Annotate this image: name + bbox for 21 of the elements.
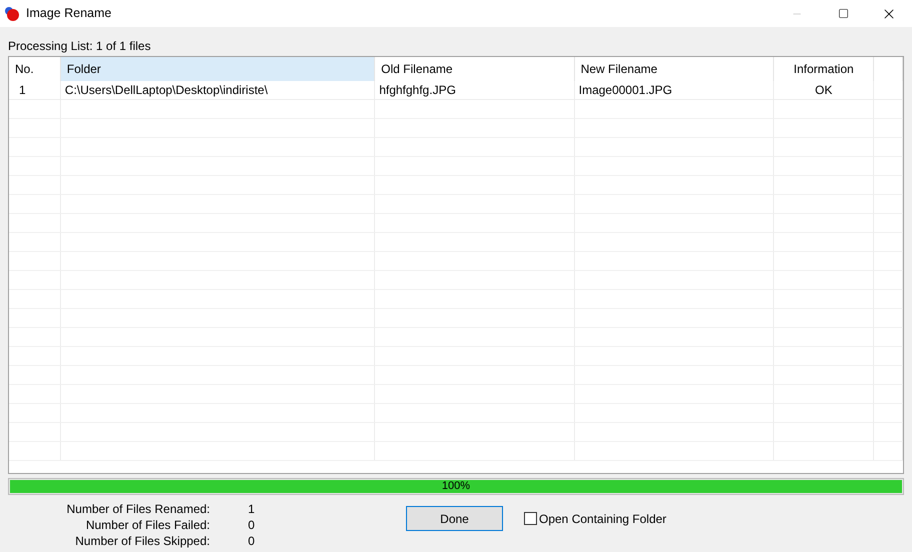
table-cell: 1	[9, 81, 61, 100]
table-cell: hfghfghfg.JPG	[375, 81, 575, 100]
app-logo-icon	[4, 6, 20, 22]
open-folder-label: Open Containing Folder	[539, 510, 666, 528]
table-cell: C:\Users\DellLaptop\Desktop\indiriste\	[60, 81, 376, 100]
column-header[interactable]: New Filename	[574, 57, 774, 81]
column-header[interactable]: Folder	[60, 57, 376, 81]
stat-value: 0	[248, 533, 255, 550]
window-title: Image Rename	[26, 5, 112, 22]
progress-reading: 100%	[440, 479, 472, 494]
stat-label: Number of Files Renamed:	[66, 501, 210, 518]
stat-label: Number of Files Skipped:	[74, 533, 210, 550]
processing-label: Processing List: 1 of 1 files	[8, 38, 152, 55]
open-folder-checkbox[interactable]	[524, 512, 537, 525]
done-button[interactable]: Done	[406, 506, 503, 531]
stat-label: Number of Files Failed:	[84, 517, 210, 534]
stat-value: 1	[248, 501, 255, 518]
table-cell: Image00001.JPG	[574, 81, 774, 100]
stat-value: 0	[248, 517, 255, 534]
table-cell: OK	[774, 81, 874, 100]
maximize-icon	[838, 8, 848, 19]
